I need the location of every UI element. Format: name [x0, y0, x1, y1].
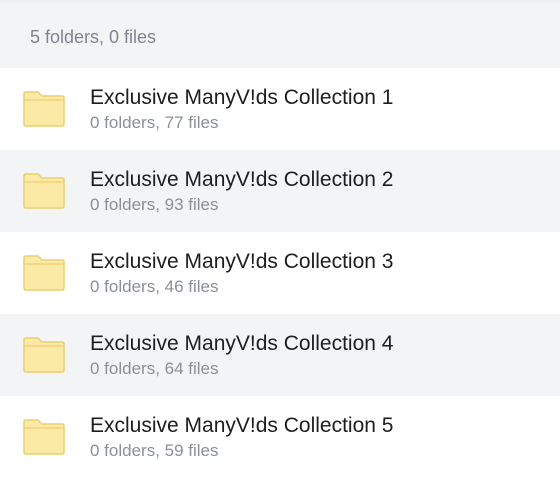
- folder-row-2[interactable]: Exclusive ManyV!ds Collection 2 0 folder…: [0, 150, 560, 232]
- folder-icon: [22, 89, 66, 129]
- folder-meta: 0 folders, 59 files: [90, 440, 219, 460]
- folder-summary: 5 folders, 0 files: [0, 6, 560, 68]
- folder-row-5[interactable]: Exclusive ManyV!ds Collection 5 0 folder…: [0, 396, 560, 478]
- folder-meta: 0 folders, 46 files: [90, 276, 219, 296]
- folder-icon: [22, 253, 66, 293]
- folder-title: Exclusive ManyV!ds Collection 5: [90, 413, 394, 437]
- folder-title: Exclusive ManyV!ds Collection 3: [90, 249, 394, 273]
- folder-icon: [22, 417, 66, 457]
- folder-meta: 0 folders, 77 files: [90, 112, 219, 132]
- summary-text: 5 folders, 0 files: [30, 26, 157, 47]
- folder-title: Exclusive ManyV!ds Collection 2: [90, 167, 394, 191]
- folder-row-1[interactable]: Exclusive ManyV!ds Collection 1 0 folder…: [0, 68, 560, 150]
- file-browser: 5 folders, 0 files Exclusive ManyV!ds Co…: [0, 0, 560, 500]
- folder-icon: [22, 171, 66, 211]
- folder-row-3[interactable]: Exclusive ManyV!ds Collection 3 0 folder…: [0, 232, 560, 314]
- folder-meta: 0 folders, 93 files: [90, 194, 219, 214]
- folder-title: Exclusive ManyV!ds Collection 4: [90, 331, 394, 355]
- folder-list: Exclusive ManyV!ds Collection 1 0 folder…: [0, 68, 560, 478]
- folder-icon: [22, 335, 66, 375]
- folder-row-4[interactable]: Exclusive ManyV!ds Collection 4 0 folder…: [0, 314, 560, 396]
- folder-meta: 0 folders, 64 files: [90, 358, 219, 378]
- folder-title: Exclusive ManyV!ds Collection 1: [90, 85, 394, 109]
